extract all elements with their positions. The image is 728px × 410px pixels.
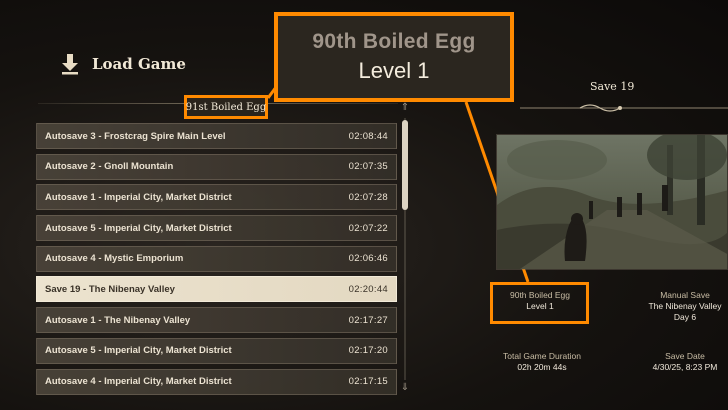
callout-character-name: 90th Boiled Egg <box>312 30 476 53</box>
download-arrow-icon <box>60 52 80 76</box>
save-name: Autosave 1 - The Nibenay Valley <box>45 314 191 326</box>
character-callout: 90th Boiled Egg Level 1 <box>274 12 514 102</box>
save-row-selected[interactable]: Save 19 - The Nibenay Valley 02:20:44 <box>36 276 397 303</box>
save-name: Autosave 3 - Frostcrag Spire Main Level <box>45 130 226 142</box>
save-row[interactable]: Autosave 1 - Imperial City, Market Distr… <box>36 184 397 211</box>
save-time: 02:07:22 <box>348 222 388 234</box>
save-name: Autosave 2 - Gnoll Mountain <box>45 161 174 173</box>
save-row[interactable]: Autosave 4 - Imperial City, Market Distr… <box>36 368 397 395</box>
page-title: Load Game <box>92 55 186 73</box>
save-row[interactable]: Autosave 4 - Mystic Emporium 02:06:46 <box>36 245 397 272</box>
save-time: 02:17:15 <box>348 376 388 387</box>
save-row[interactable]: Autosave 5 - Imperial City, Market Distr… <box>36 337 397 364</box>
detail-date: Save Date 4/30/25, 8:23 PM <box>642 351 728 373</box>
save-row[interactable]: Autosave 2 - Gnoll Mountain 02:07:35 <box>36 153 397 180</box>
detail-duration: Total Game Duration 02h 20m 44s <box>490 351 594 373</box>
save-row[interactable]: Autosave 5 - Imperial City, Market Distr… <box>36 215 397 242</box>
save-time: 02:07:28 <box>348 191 388 203</box>
save-name: Autosave 5 - Imperial City, Market Distr… <box>45 345 232 357</box>
save-time: 02:07:35 <box>348 161 388 173</box>
save-screenshot-image <box>496 134 728 270</box>
detail-day: Day 6 <box>673 312 697 322</box>
detail-duration-label: Total Game Duration <box>503 351 581 361</box>
detail-title: Save 19 <box>590 80 635 93</box>
save-list: Autosave 3 - Frostcrag Spire Main Level … <box>36 123 397 399</box>
save-time: 02:20:44 <box>348 283 388 295</box>
save-time: 02:08:44 <box>348 130 388 142</box>
detail-date-value: 4/30/25, 8:23 PM <box>652 362 718 372</box>
ornament-divider <box>520 104 728 112</box>
detail-date-label: Save Date <box>665 351 705 361</box>
save-name: Autosave 5 - Imperial City, Market Distr… <box>45 222 232 234</box>
page-header: Load Game <box>60 52 186 76</box>
detail-save-type: Manual Save <box>660 290 710 300</box>
save-name: Save 19 - The Nibenay Valley <box>45 283 175 295</box>
detail-location: Manual Save The Nibenay Valley Day 6 <box>640 290 728 323</box>
save-time: 02:17:20 <box>348 345 388 357</box>
callout-character-level: Level 1 <box>358 58 430 83</box>
save-name: Autosave 1 - Imperial City, Market Distr… <box>45 191 232 203</box>
profile-name-tag[interactable]: 91st Boiled Egg <box>184 95 268 119</box>
save-time: 02:17:27 <box>348 314 388 326</box>
detail-duration-value: 02h 20m 44s <box>517 362 567 372</box>
detail-character-level: Level 1 <box>526 301 554 311</box>
detail-location-name: The Nibenay Valley <box>648 301 722 311</box>
detail-character: 90th Boiled Egg Level 1 <box>492 290 588 312</box>
save-row[interactable]: Autosave 3 - Frostcrag Spire Main Level … <box>36 123 397 149</box>
save-name: Autosave 4 - Imperial City, Market Distr… <box>45 376 232 387</box>
scroll-up-icon[interactable]: ⇑ <box>400 102 410 116</box>
scrollbar-thumb[interactable] <box>402 120 408 210</box>
save-time: 02:06:46 <box>348 253 388 265</box>
save-name: Autosave 4 - Mystic Emporium <box>45 253 184 265</box>
scroll-down-icon[interactable]: ⇓ <box>400 382 410 396</box>
save-row[interactable]: Autosave 1 - The Nibenay Valley 02:17:27 <box>36 307 397 334</box>
detail-character-name: 90th Boiled Egg <box>509 290 571 300</box>
